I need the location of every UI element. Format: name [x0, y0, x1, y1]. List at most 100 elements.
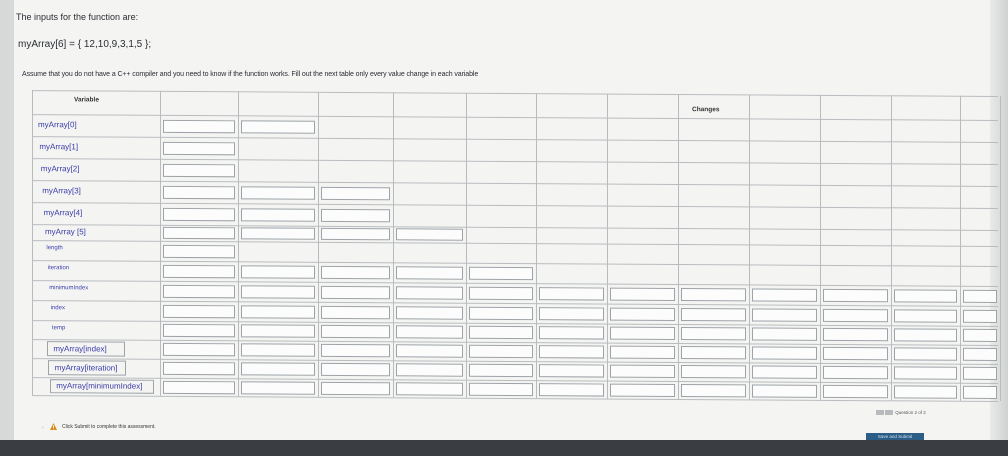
change-input[interactable]	[241, 362, 315, 376]
change-input[interactable]	[823, 288, 888, 302]
change-input[interactable]	[752, 307, 817, 322]
next-question-button[interactable]	[885, 410, 893, 416]
change-input[interactable]	[823, 308, 888, 322]
table-gridline	[607, 93, 608, 399]
change-input[interactable]	[321, 324, 390, 339]
change-input[interactable]	[894, 288, 957, 303]
change-input[interactable]	[963, 385, 997, 399]
change-input[interactable]	[752, 346, 817, 360]
change-input[interactable]	[163, 244, 235, 258]
change-input[interactable]	[163, 284, 235, 298]
change-input[interactable]	[894, 384, 957, 399]
change-input[interactable]	[241, 119, 315, 134]
change-input[interactable]	[241, 264, 315, 279]
change-input[interactable]	[610, 345, 675, 360]
change-input[interactable]	[321, 227, 390, 241]
change-input[interactable]	[396, 285, 463, 300]
change-input[interactable]	[241, 227, 315, 240]
change-input[interactable]	[539, 364, 604, 378]
header-changes: Changes	[692, 106, 720, 114]
change-input[interactable]	[963, 347, 997, 361]
change-input[interactable]	[963, 328, 997, 342]
change-input[interactable]	[321, 285, 390, 299]
change-input[interactable]	[823, 327, 888, 342]
change-input[interactable]	[469, 382, 533, 396]
change-input[interactable]	[396, 344, 463, 358]
change-input[interactable]	[752, 287, 817, 302]
change-input[interactable]	[894, 328, 957, 342]
question-nav: Question 2 of 2	[876, 410, 926, 416]
change-input[interactable]	[539, 286, 604, 301]
change-input[interactable]	[396, 363, 463, 377]
change-input[interactable]	[163, 380, 235, 394]
change-input[interactable]	[241, 343, 315, 357]
change-input[interactable]	[163, 361, 235, 376]
row-label: temp	[52, 324, 66, 331]
change-input[interactable]	[396, 325, 463, 339]
change-input[interactable]	[894, 347, 957, 361]
change-input[interactable]	[241, 185, 315, 200]
change-input[interactable]	[241, 380, 315, 395]
change-input[interactable]	[610, 307, 675, 321]
change-input[interactable]	[163, 264, 235, 278]
change-input[interactable]	[963, 366, 997, 380]
change-input[interactable]	[163, 304, 235, 318]
change-input[interactable]	[321, 381, 390, 395]
change-input[interactable]	[681, 307, 746, 321]
change-input[interactable]	[539, 382, 604, 397]
change-input[interactable]	[396, 228, 463, 241]
change-input[interactable]	[163, 163, 235, 177]
change-input[interactable]	[163, 141, 235, 155]
change-input[interactable]	[752, 365, 817, 379]
change-input[interactable]	[241, 284, 315, 299]
change-input[interactable]	[241, 324, 315, 338]
change-input[interactable]	[321, 186, 390, 200]
change-input[interactable]	[469, 306, 533, 320]
change-input[interactable]	[963, 289, 997, 303]
change-input[interactable]	[823, 365, 888, 380]
change-input[interactable]	[681, 346, 746, 360]
change-input[interactable]	[241, 304, 315, 319]
change-input[interactable]	[469, 286, 533, 300]
previous-question-button[interactable]	[876, 410, 884, 416]
change-input[interactable]	[539, 306, 604, 321]
change-input[interactable]	[163, 207, 235, 221]
change-input[interactable]	[894, 308, 957, 323]
change-input[interactable]	[163, 226, 235, 240]
change-input[interactable]	[681, 383, 746, 397]
change-input[interactable]	[894, 366, 957, 380]
change-input[interactable]	[610, 364, 675, 379]
change-input[interactable]	[681, 327, 746, 341]
change-input[interactable]	[752, 383, 817, 398]
change-input[interactable]	[163, 119, 235, 133]
change-input[interactable]	[321, 343, 390, 358]
change-input[interactable]	[163, 185, 235, 199]
change-input[interactable]	[469, 344, 533, 359]
change-input[interactable]	[539, 326, 604, 340]
change-input[interactable]	[823, 346, 888, 361]
change-input[interactable]	[610, 287, 675, 301]
change-input[interactable]	[321, 362, 390, 377]
change-input[interactable]	[396, 381, 463, 396]
change-input[interactable]	[539, 345, 604, 359]
change-input[interactable]	[469, 266, 533, 280]
change-input[interactable]	[823, 384, 888, 398]
change-input[interactable]	[163, 323, 235, 338]
change-input[interactable]	[163, 342, 235, 357]
change-input[interactable]	[681, 365, 746, 379]
change-input[interactable]	[321, 265, 390, 279]
change-input[interactable]	[963, 309, 997, 323]
change-input[interactable]	[396, 265, 463, 280]
change-input[interactable]	[469, 325, 533, 340]
change-input[interactable]	[752, 327, 817, 341]
change-input[interactable]	[396, 305, 463, 320]
change-input[interactable]	[681, 287, 746, 301]
change-input[interactable]	[610, 383, 675, 397]
change-input[interactable]	[321, 208, 390, 222]
change-input[interactable]	[610, 326, 675, 341]
array-definition: myArray[6] = { 12,10,9,3,1,5 };	[18, 39, 152, 50]
change-input[interactable]	[321, 305, 390, 319]
change-input[interactable]	[469, 363, 533, 378]
change-input[interactable]	[241, 207, 315, 222]
save-and-submit-button[interactable]: Save and Submit	[866, 433, 924, 440]
